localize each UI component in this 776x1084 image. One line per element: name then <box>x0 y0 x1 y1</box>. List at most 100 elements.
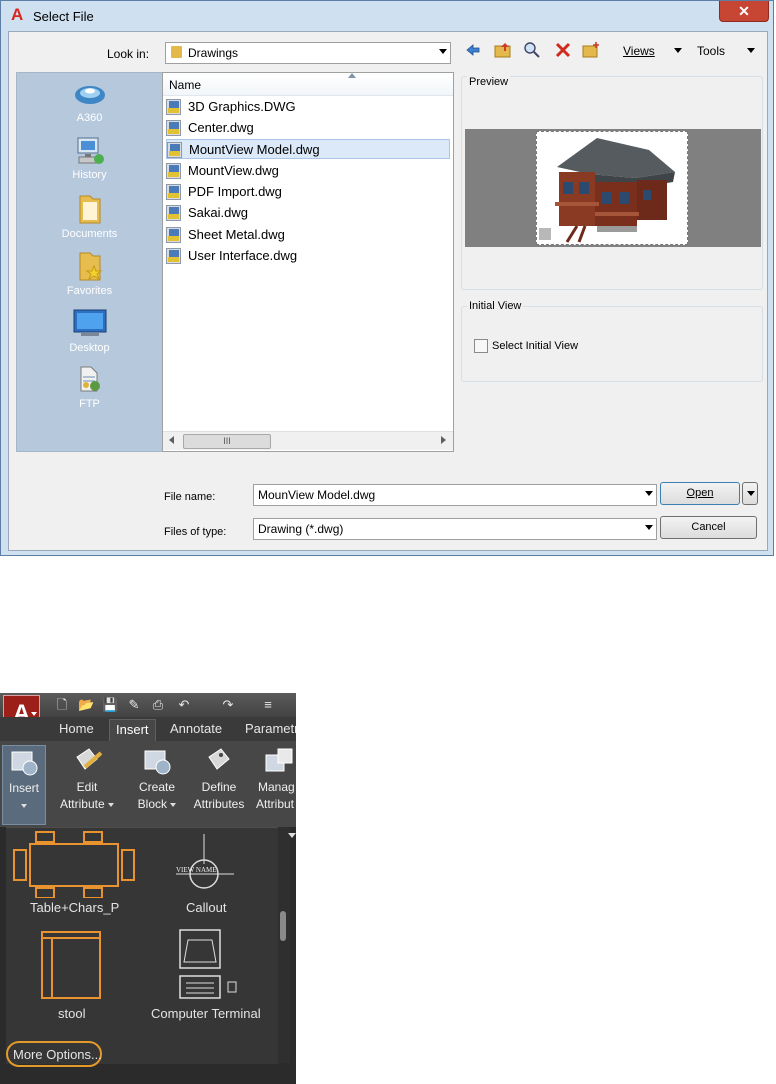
file-row[interactable]: Center.dwg <box>166 118 450 138</box>
file-row[interactable]: Sakai.dwg <box>166 203 450 223</box>
save-as-icon[interactable]: ✎ <box>126 697 142 713</box>
scroll-left-arrow-icon[interactable] <box>169 436 174 444</box>
cloud-icon <box>73 79 107 109</box>
views-menu[interactable]: Views <box>623 44 655 58</box>
desktop-monitor-icon <box>71 307 109 339</box>
tab-parametric[interactable]: Parametr <box>245 721 296 736</box>
new-file-icon[interactable]: 🗋 <box>54 697 70 713</box>
define-attributes-label-line1: Define <box>201 780 237 794</box>
title-bar: A Select File ✕ <box>1 1 773 31</box>
edit-attribute-label-line2: Attribute <box>59 797 105 811</box>
place-label: Favorites <box>66 285 113 297</box>
insert-block-button[interactable]: Insert <box>2 745 46 825</box>
place-favorites[interactable]: Favorites <box>17 250 162 297</box>
file-name: MountView Model.dwg <box>189 142 320 157</box>
autocad-ribbon-panel: 🗋 📂 💾 ✎ ⎙ ↶ ↷ ≡ A Home Insert Annotate P… <box>0 693 296 1084</box>
chevron-down-icon <box>439 49 447 54</box>
scroll-right-arrow-icon[interactable] <box>441 436 446 444</box>
file-row[interactable]: 3D Graphics.DWG <box>166 97 450 117</box>
create-block-label-line2: Block <box>137 797 167 811</box>
manage-attributes-button[interactable]: Manag Attribut <box>254 745 296 813</box>
place-ftp[interactable]: FTP <box>17 363 162 410</box>
tab-home[interactable]: Home <box>59 721 94 736</box>
delete-icon[interactable] <box>554 41 572 59</box>
place-documents[interactable]: Documents <box>17 193 162 240</box>
column-header-label: Name <box>169 78 202 92</box>
file-row[interactable]: User Interface.dwg <box>166 246 450 266</box>
preview-image-area <box>465 129 761 247</box>
define-attributes-button[interactable]: Define Attributes <box>188 745 250 813</box>
close-button[interactable]: ✕ <box>719 1 769 22</box>
chevron-down-icon <box>747 491 755 496</box>
new-folder-icon[interactable] <box>582 41 600 59</box>
preview-label: Preview <box>467 76 511 88</box>
initial-view-label: Initial View <box>467 300 524 312</box>
chevron-down-icon[interactable] <box>645 491 653 496</box>
chevron-down-icon <box>645 525 653 530</box>
file-row-selected[interactable]: MountView Model.dwg <box>166 139 450 159</box>
file-name-label: File name: <box>164 491 216 503</box>
place-desktop[interactable]: Desktop <box>17 307 162 354</box>
tools-dropdown-arrow-icon[interactable] <box>747 48 755 53</box>
insert-block-icon <box>8 746 40 780</box>
dwg-file-icon <box>166 99 181 115</box>
open-folder-icon[interactable]: 📂 <box>78 697 94 713</box>
define-attributes-icon <box>203 745 235 779</box>
customize-qat-icon[interactable]: ≡ <box>260 697 276 713</box>
sort-ascending-icon <box>348 73 356 78</box>
preview-thumbnail <box>536 131 688 245</box>
select-initial-view-label[interactable]: Select Initial View <box>492 340 578 352</box>
tab-annotate[interactable]: Annotate <box>170 721 222 736</box>
manage-attributes-label-line2: Attribut <box>256 797 295 811</box>
gallery-dropdown-arrow-icon[interactable] <box>288 833 296 838</box>
undo-icon[interactable]: ↶ <box>176 697 192 713</box>
file-row[interactable]: MountView.dwg <box>166 161 450 181</box>
redo-icon[interactable]: ↷ <box>220 697 236 713</box>
save-icon[interactable]: 💾 <box>102 697 118 713</box>
file-row[interactable]: PDF Import.dwg <box>166 182 450 202</box>
file-row[interactable]: Sheet Metal.dwg <box>166 225 450 245</box>
file-list[interactable]: Name 3D Graphics.DWG Center.dwg MountVie… <box>162 72 454 452</box>
gallery-item-computer-terminal[interactable] <box>176 928 256 1004</box>
up-folder-icon[interactable] <box>494 41 512 59</box>
files-of-type-dropdown[interactable]: Drawing (*.dwg) <box>253 518 657 540</box>
gallery-scroll-thumb[interactable] <box>280 911 286 941</box>
file-name: PDF Import.dwg <box>188 184 282 199</box>
create-block-button[interactable]: Create Block <box>132 745 182 813</box>
column-header-name[interactable]: Name <box>163 73 453 96</box>
place-history[interactable]: History <box>17 136 162 181</box>
dwg-file-icon <box>166 248 181 264</box>
horizontal-scrollbar[interactable]: III <box>163 431 453 450</box>
gallery-item-stool[interactable] <box>36 928 106 1004</box>
quick-access-toolbar: 🗋 📂 💾 ✎ ⎙ ↶ ↷ ≡ <box>0 693 296 717</box>
back-icon[interactable] <box>464 41 482 59</box>
select-initial-view-checkbox[interactable] <box>474 339 488 353</box>
file-name-input[interactable]: MounView Model.dwg <box>253 484 657 506</box>
file-name: User Interface.dwg <box>188 248 298 263</box>
open-button[interactable]: Open <box>660 482 740 505</box>
more-options-button[interactable]: More Options... <box>6 1041 102 1067</box>
look-in-dropdown[interactable]: Drawings <box>165 42 451 64</box>
favorites-folder-icon <box>73 250 107 282</box>
tab-insert[interactable]: Insert <box>109 719 156 741</box>
views-dropdown-arrow-icon[interactable] <box>674 48 682 53</box>
open-options-dropdown[interactable] <box>742 482 758 505</box>
search-web-icon[interactable] <box>523 41 541 59</box>
ribbon-tabs: Home Insert Annotate Parametr <box>0 717 296 741</box>
cancel-button[interactable]: Cancel <box>660 516 757 539</box>
look-in-value: Drawings <box>188 46 239 60</box>
edit-attribute-button[interactable]: Edit Attribute <box>58 745 116 813</box>
tools-menu[interactable]: Tools <box>697 44 725 58</box>
history-icon <box>73 136 107 166</box>
place-label: Desktop <box>69 342 110 354</box>
scroll-thumb[interactable]: III <box>183 434 271 449</box>
dwg-file-icon <box>166 163 181 179</box>
dwg-file-icon <box>166 120 181 136</box>
gallery-item-label: Computer Terminal <box>151 1006 261 1021</box>
create-block-label-line1: Create <box>138 780 176 794</box>
gallery-scrollbar[interactable] <box>278 827 290 1063</box>
block-gallery: Table+Chars_P VIEW NAME Callout stool Co… <box>6 827 278 1064</box>
manage-attributes-label-line1: Manag <box>258 780 295 794</box>
place-a360[interactable]: A360 <box>17 79 162 124</box>
print-icon[interactable]: ⎙ <box>150 697 166 713</box>
